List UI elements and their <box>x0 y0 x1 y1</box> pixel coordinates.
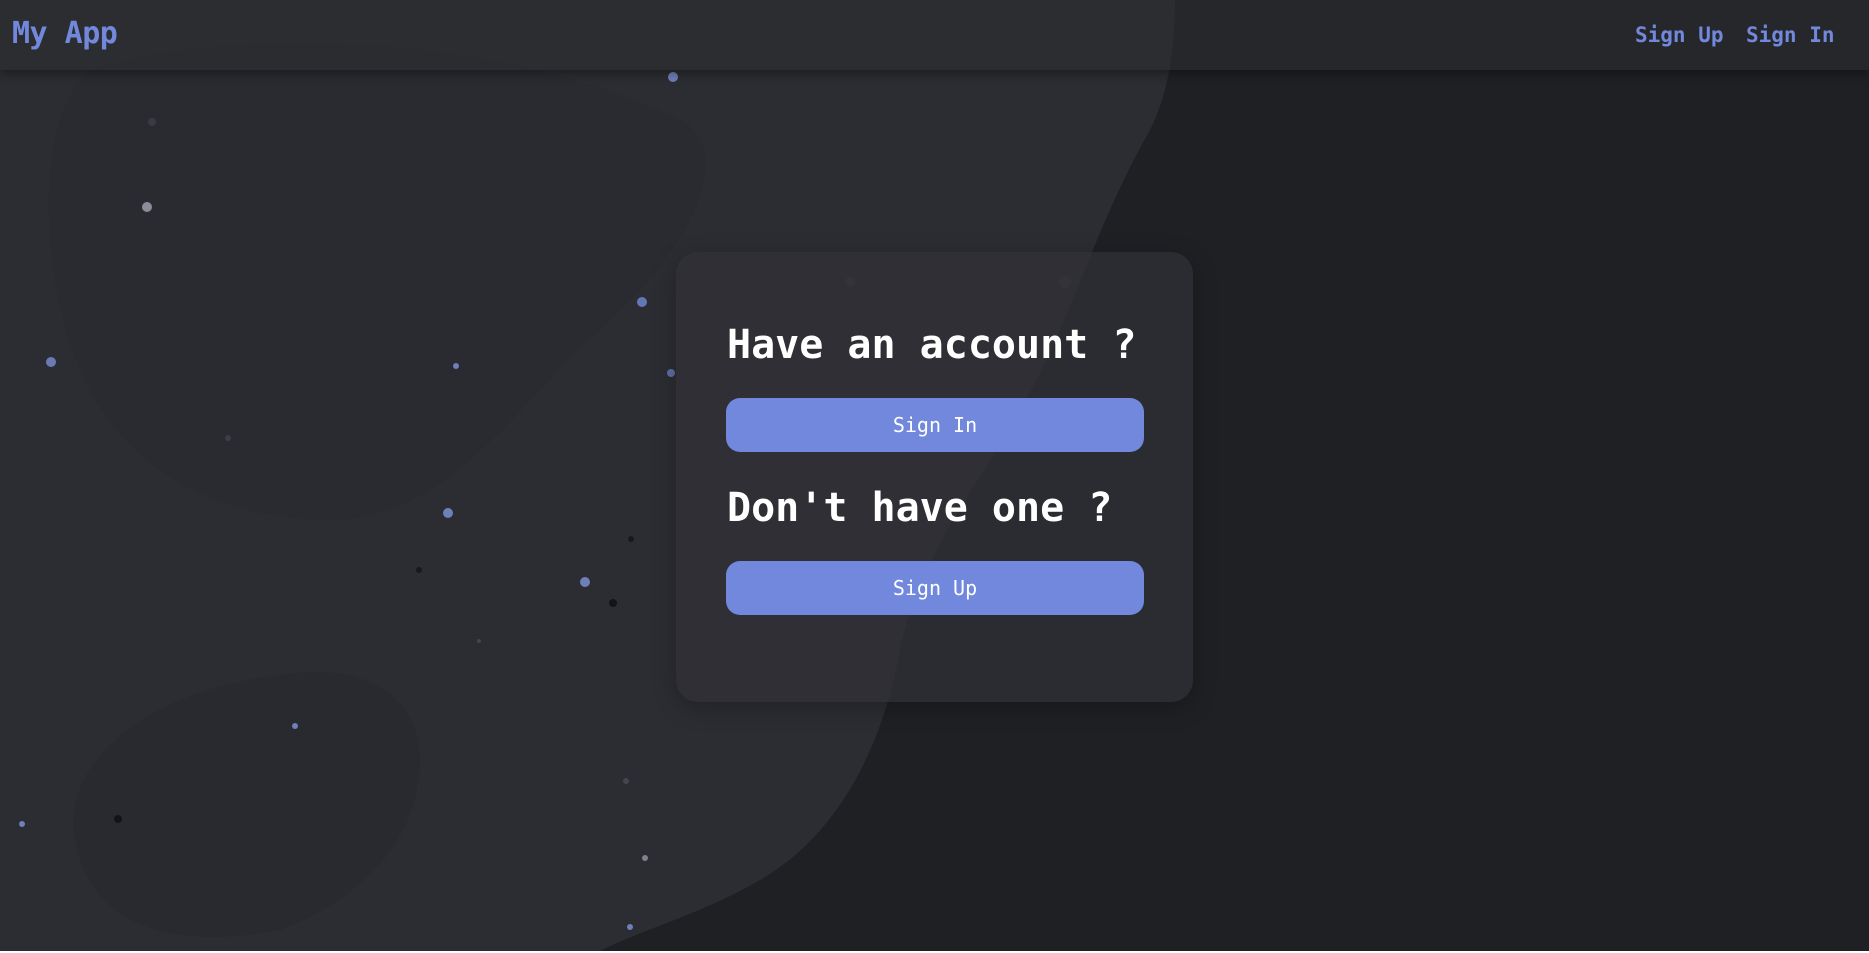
auth-card: Have an account ? Sign In Don't have one… <box>676 252 1193 702</box>
top-navbar: My App Sign Up Sign In <box>0 0 1869 70</box>
nav-sign-in-link[interactable]: Sign In <box>1746 23 1835 47</box>
page-viewport: My App Sign Up Sign In Have an account ?… <box>0 0 1869 951</box>
app-brand[interactable]: My App <box>12 16 118 51</box>
have-account-heading: Have an account ? <box>727 322 1137 368</box>
nav-sign-up-link[interactable]: Sign Up <box>1635 23 1724 47</box>
no-account-heading: Don't have one ? <box>727 485 1113 531</box>
sign-in-button[interactable]: Sign In <box>726 398 1144 452</box>
sign-up-button[interactable]: Sign Up <box>726 561 1144 615</box>
